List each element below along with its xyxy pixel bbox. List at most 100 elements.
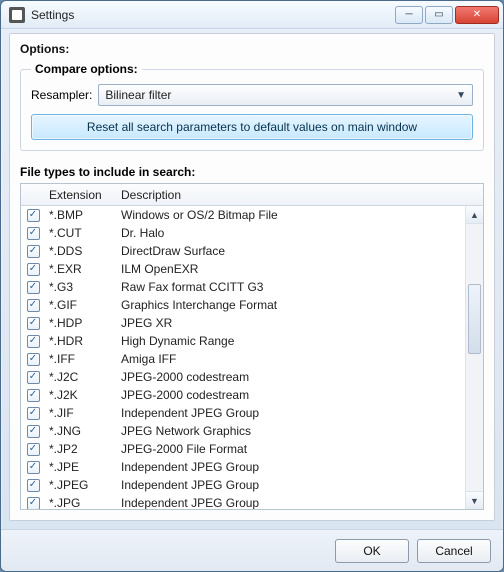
row-checkbox[interactable]: ✓: [21, 317, 45, 330]
resampler-label: Resampler:: [31, 88, 92, 102]
compare-options-group: Compare options: Resampler: Bilinear fil…: [20, 62, 484, 151]
ok-button[interactable]: OK: [335, 539, 409, 563]
row-checkbox[interactable]: ✓: [21, 389, 45, 402]
row-checkbox[interactable]: ✓: [21, 227, 45, 240]
row-checkbox[interactable]: ✓: [21, 209, 45, 222]
row-checkbox[interactable]: ✓: [21, 461, 45, 474]
column-extension[interactable]: Extension: [45, 188, 117, 202]
row-description: JPEG-2000 codestream: [117, 388, 465, 402]
column-description[interactable]: Description: [117, 188, 465, 202]
row-description: Independent JPEG Group: [117, 406, 465, 420]
row-extension: *.JPG: [45, 496, 117, 509]
vertical-scrollbar[interactable]: ▲ ▼: [465, 206, 483, 509]
row-description: Windows or OS/2 Bitmap File: [117, 208, 465, 222]
table-row[interactable]: ✓*.JPEIndependent JPEG Group: [21, 458, 465, 476]
reset-search-button[interactable]: Reset all search parameters to default v…: [31, 114, 473, 140]
content-panel: Options: Compare options: Resampler: Bil…: [9, 33, 495, 521]
row-description: Dr. Halo: [117, 226, 465, 240]
table-row[interactable]: ✓*.G3Raw Fax format CCITT G3: [21, 278, 465, 296]
row-extension: *.J2K: [45, 388, 117, 402]
resampler-row: Resampler: Bilinear filter ▼: [31, 84, 473, 106]
row-description: JPEG-2000 File Format: [117, 442, 465, 456]
close-button[interactable]: ✕: [455, 6, 499, 24]
table-row[interactable]: ✓*.J2CJPEG-2000 codestream: [21, 368, 465, 386]
row-description: High Dynamic Range: [117, 334, 465, 348]
row-extension: *.CUT: [45, 226, 117, 240]
scroll-track[interactable]: [466, 224, 483, 491]
row-description: Raw Fax format CCITT G3: [117, 280, 465, 294]
row-extension: *.JPE: [45, 460, 117, 474]
table-row[interactable]: ✓*.HDRHigh Dynamic Range: [21, 332, 465, 350]
scroll-up-icon[interactable]: ▲: [466, 206, 483, 224]
window-title: Settings: [31, 8, 74, 22]
titlebar[interactable]: Settings ─ ▭ ✕: [1, 1, 503, 29]
row-extension: *.EXR: [45, 262, 117, 276]
row-checkbox[interactable]: ✓: [21, 263, 45, 276]
row-checkbox[interactable]: ✓: [21, 299, 45, 312]
table-row[interactable]: ✓*.DDSDirectDraw Surface: [21, 242, 465, 260]
row-checkbox[interactable]: ✓: [21, 335, 45, 348]
row-checkbox[interactable]: ✓: [21, 371, 45, 384]
row-extension: *.IFF: [45, 352, 117, 366]
table-row[interactable]: ✓*.EXRILM OpenEXR: [21, 260, 465, 278]
row-description: JPEG XR: [117, 316, 465, 330]
row-description: JPEG-2000 codestream: [117, 370, 465, 384]
row-extension: *.BMP: [45, 208, 117, 222]
table-row[interactable]: ✓*.BMPWindows or OS/2 Bitmap File: [21, 206, 465, 224]
filetypes-heading: File types to include in search:: [20, 165, 484, 179]
row-extension: *.G3: [45, 280, 117, 294]
row-description: DirectDraw Surface: [117, 244, 465, 258]
table-row[interactable]: ✓*.HDPJPEG XR: [21, 314, 465, 332]
reset-button-label: Reset all search parameters to default v…: [87, 120, 417, 134]
row-extension: *.JP2: [45, 442, 117, 456]
row-checkbox[interactable]: ✓: [21, 497, 45, 510]
maximize-button[interactable]: ▭: [425, 6, 453, 24]
app-icon: [9, 7, 25, 23]
grid-body: ✓*.BMPWindows or OS/2 Bitmap File✓*.CUTD…: [21, 206, 483, 509]
row-description: Graphics Interchange Format: [117, 298, 465, 312]
table-row[interactable]: ✓*.GIFGraphics Interchange Format: [21, 296, 465, 314]
filetypes-grid: Extension Description ✓*.BMPWindows or O…: [20, 183, 484, 510]
row-checkbox[interactable]: ✓: [21, 443, 45, 456]
options-heading: Options:: [20, 42, 484, 56]
row-extension: *.HDR: [45, 334, 117, 348]
table-row[interactable]: ✓*.JPEGIndependent JPEG Group: [21, 476, 465, 494]
row-checkbox[interactable]: ✓: [21, 281, 45, 294]
grid-header[interactable]: Extension Description: [21, 184, 483, 206]
settings-window: Settings ─ ▭ ✕ Options: Compare options:…: [0, 0, 504, 572]
table-row[interactable]: ✓*.J2KJPEG-2000 codestream: [21, 386, 465, 404]
row-description: Independent JPEG Group: [117, 460, 465, 474]
row-checkbox[interactable]: ✓: [21, 425, 45, 438]
row-extension: *.JIF: [45, 406, 117, 420]
row-description: Independent JPEG Group: [117, 496, 465, 509]
table-row[interactable]: ✓*.JPGIndependent JPEG Group: [21, 494, 465, 509]
row-checkbox[interactable]: ✓: [21, 479, 45, 492]
row-extension: *.GIF: [45, 298, 117, 312]
row-description: Independent JPEG Group: [117, 478, 465, 492]
table-row[interactable]: ✓*.CUTDr. Halo: [21, 224, 465, 242]
row-extension: *.J2C: [45, 370, 117, 384]
row-extension: *.DDS: [45, 244, 117, 258]
row-extension: *.HDP: [45, 316, 117, 330]
table-row[interactable]: ✓*.JIFIndependent JPEG Group: [21, 404, 465, 422]
table-row[interactable]: ✓*.IFFAmiga IFF: [21, 350, 465, 368]
row-description: Amiga IFF: [117, 352, 465, 366]
row-extension: *.JNG: [45, 424, 117, 438]
row-extension: *.JPEG: [45, 478, 117, 492]
chevron-down-icon: ▼: [456, 90, 466, 101]
minimize-button[interactable]: ─: [395, 6, 423, 24]
table-row[interactable]: ✓*.JP2JPEG-2000 File Format: [21, 440, 465, 458]
compare-legend: Compare options:: [31, 62, 142, 76]
scroll-down-icon[interactable]: ▼: [466, 491, 483, 509]
resampler-select[interactable]: Bilinear filter ▼: [98, 84, 473, 106]
scroll-thumb[interactable]: [468, 284, 481, 354]
row-description: JPEG Network Graphics: [117, 424, 465, 438]
row-checkbox[interactable]: ✓: [21, 353, 45, 366]
table-row[interactable]: ✓*.JNGJPEG Network Graphics: [21, 422, 465, 440]
window-controls: ─ ▭ ✕: [395, 6, 499, 24]
dialog-footer: OK Cancel: [1, 529, 503, 571]
row-checkbox[interactable]: ✓: [21, 407, 45, 420]
row-checkbox[interactable]: ✓: [21, 245, 45, 258]
cancel-button[interactable]: Cancel: [417, 539, 491, 563]
resampler-value: Bilinear filter: [105, 88, 171, 102]
